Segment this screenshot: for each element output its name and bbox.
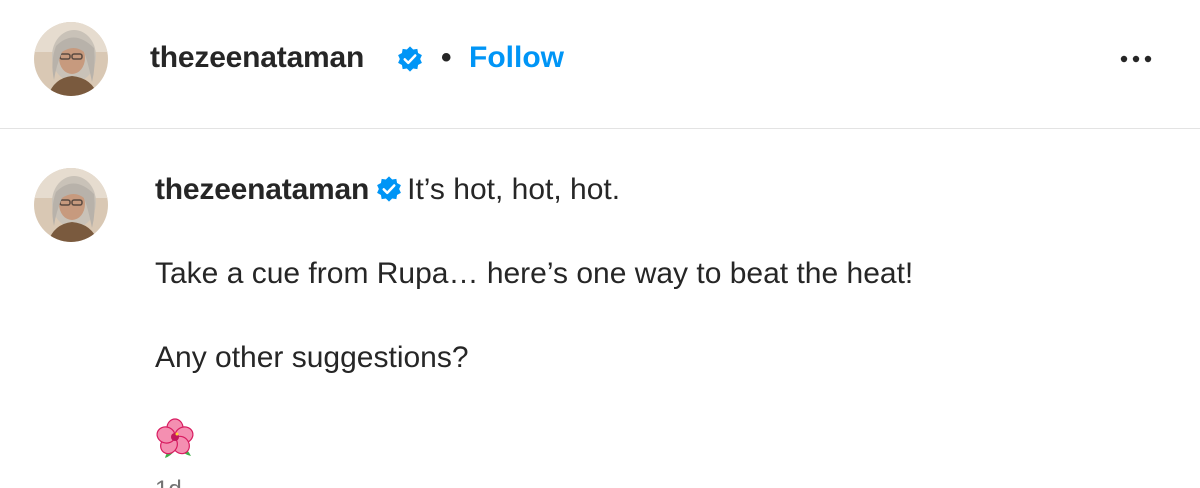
avatar[interactable] — [34, 22, 108, 96]
avatar[interactable] — [34, 168, 108, 242]
verified-badge-icon — [375, 175, 403, 203]
separator-dot: • — [441, 41, 452, 74]
caption-author-username[interactable]: thezeenataman — [155, 173, 369, 206]
caption-line: Any other suggestions? — [155, 341, 469, 374]
post-timestamp[interactable]: 1d — [155, 476, 182, 488]
hibiscus-emoji — [155, 418, 197, 460]
avatar-image — [34, 168, 108, 242]
caption-first-line: thezeenataman It’s hot, hot, hot. — [155, 170, 1155, 210]
avatar-image — [34, 22, 108, 96]
caption-line: Take a cue from Rupa… here’s one way to … — [155, 257, 914, 290]
caption-text: It’s hot, hot, hot. — [407, 173, 621, 206]
verified-badge-icon — [396, 45, 424, 73]
post-header: thezeenataman • Follow — [0, 0, 1200, 129]
follow-button[interactable]: Follow — [469, 40, 564, 76]
more-horizontal-icon[interactable] — [1112, 42, 1160, 76]
post-caption: thezeenataman It’s hot, hot, hot. Take a… — [155, 170, 1155, 378]
post-author-username[interactable]: thezeenataman — [150, 40, 364, 76]
post-page: thezeenataman • Follow thezeenataman It’… — [0, 0, 1200, 488]
